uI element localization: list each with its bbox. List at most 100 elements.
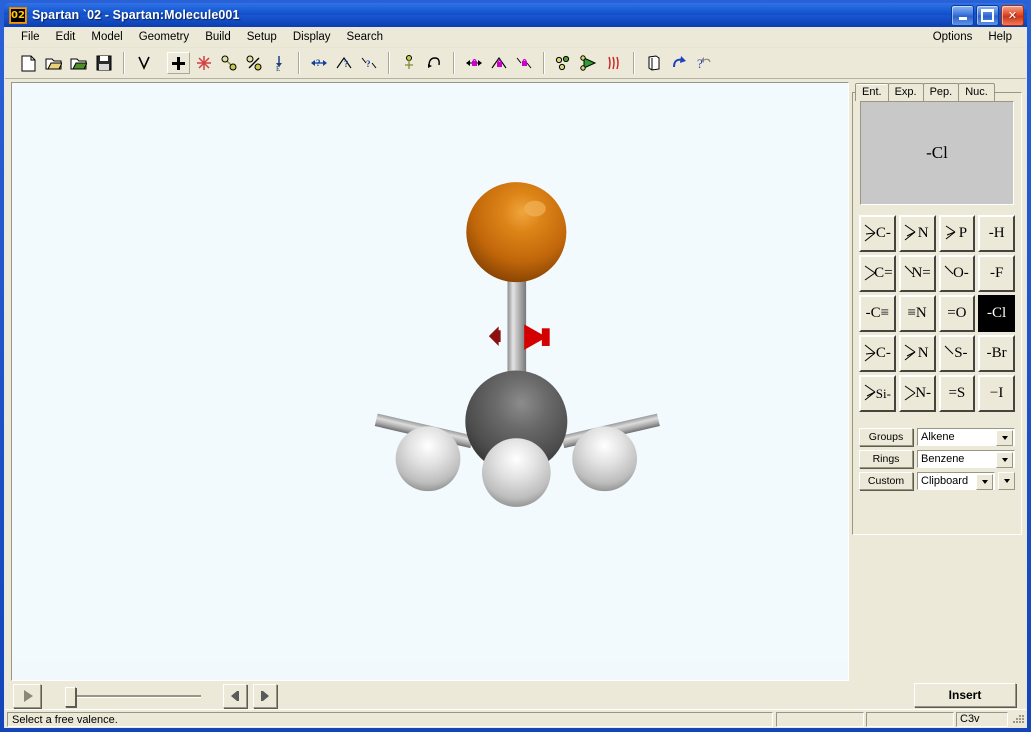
window-body: File Edit Model Geometry Build Setup Dis… — [4, 27, 1027, 728]
resize-grip[interactable] — [1009, 711, 1025, 727]
menu-item-help[interactable]: Help — [980, 29, 1020, 45]
measure-angle-icon[interactable]: ? — [332, 52, 355, 74]
fragment-sulfur[interactable]: S- — [938, 335, 976, 372]
tab-exp[interactable]: Exp. — [887, 83, 924, 101]
fragment-iodine[interactable]: −I — [978, 375, 1015, 412]
fragment-aromatic-nitrogen[interactable]: N — [898, 335, 936, 372]
fragment-sp3-phosphorus[interactable]: P — [938, 215, 976, 252]
insert-button[interactable]: Insert — [914, 683, 1016, 707]
menu-item-file[interactable]: File — [13, 29, 48, 45]
fragment-sp3-oxygen[interactable]: O- — [938, 255, 976, 292]
vibration-icon[interactable] — [602, 52, 625, 74]
rings-combo[interactable]: Benzene — [917, 450, 1015, 468]
svg-text:E: E — [276, 65, 280, 71]
fragment-fluorine[interactable]: -F — [978, 255, 1015, 292]
fragment-label: -C≡ — [865, 305, 890, 321]
toolbar-separator — [298, 52, 299, 74]
chevron-down-icon[interactable] — [996, 430, 1013, 446]
constrain-distance-icon[interactable] — [462, 52, 485, 74]
library-selectors: Groups Alkene Rings Benzene Custom Clipb… — [859, 428, 1015, 490]
menu-item-geometry[interactable]: Geometry — [131, 29, 198, 45]
fragment-sp-carbon[interactable]: -C≡ — [859, 295, 896, 332]
close-button[interactable]: ✕ — [1001, 5, 1024, 26]
fragment-sp2-nitrogen[interactable]: N= — [898, 255, 936, 292]
menu-item-model[interactable]: Model — [83, 29, 130, 45]
tab-ent[interactable]: Ent. — [855, 83, 889, 101]
rings-button[interactable]: Rings — [859, 450, 913, 468]
svg-text:?: ? — [316, 58, 321, 68]
menu-item-options[interactable]: Options — [925, 29, 981, 45]
fragment-bromine[interactable]: -Br — [978, 335, 1015, 372]
custom-combo[interactable]: Clipboard — [917, 472, 995, 490]
constrain-angle-icon[interactable] — [487, 52, 510, 74]
minimize-energy-icon[interactable]: E — [267, 52, 290, 74]
toolbar-separator — [633, 52, 634, 74]
fragment-planar-nitrogen[interactable]: N- — [898, 375, 936, 412]
model-viewport[interactable] — [11, 82, 849, 681]
open-file-icon[interactable] — [42, 52, 65, 74]
fragment-sp3-carbon[interactable]: C- — [859, 215, 896, 252]
tab-nuc[interactable]: Nuc. — [958, 83, 995, 101]
chevron-down-icon[interactable] — [996, 452, 1013, 468]
make-bond-icon[interactable] — [217, 52, 240, 74]
rings-row: Rings Benzene — [859, 450, 1015, 468]
menu-item-setup[interactable]: Setup — [239, 29, 285, 45]
builder-panel: Ent. Exp. Pep. Nuc. -Cl C- N P -H C= N= … — [852, 82, 1022, 681]
play-button[interactable] — [13, 683, 41, 708]
menu-item-edit[interactable]: Edit — [48, 29, 84, 45]
fragment-label: =S — [948, 385, 966, 401]
fragment-label: P — [958, 225, 968, 241]
minimize-button[interactable] — [951, 5, 974, 26]
break-bond-icon[interactable] — [242, 52, 265, 74]
fragment-aromatic-carbon[interactable]: C- — [859, 335, 896, 372]
new-file-icon[interactable] — [17, 52, 40, 74]
fragment-label: S- — [954, 345, 968, 361]
molecule-3d-view[interactable] — [12, 83, 848, 662]
delete-atom-icon[interactable] — [192, 52, 215, 74]
fragment-sp-nitrogen[interactable]: ≡N — [898, 295, 936, 332]
step-back-button[interactable] — [223, 683, 247, 708]
define-plane-icon[interactable] — [577, 52, 600, 74]
toolbar: E ? ? ? ? — [5, 48, 1026, 79]
fragment-hydrogen[interactable]: -H — [978, 215, 1015, 252]
step-forward-button[interactable] — [253, 683, 277, 708]
maximize-button[interactable] — [976, 5, 999, 26]
open-folder-icon[interactable] — [67, 52, 90, 74]
fragment-sp3-nitrogen[interactable]: N — [898, 215, 936, 252]
measure-distance-icon[interactable]: ? — [307, 52, 330, 74]
frame-slider-handle[interactable] — [65, 686, 76, 707]
frame-slider[interactable] — [61, 686, 201, 707]
measure-dihedral-icon[interactable]: ? — [357, 52, 380, 74]
spartan-app-icon: 02 — [9, 6, 27, 24]
rotate-icon[interactable] — [667, 52, 690, 74]
notebook-icon[interactable] — [642, 52, 665, 74]
save-file-icon[interactable] — [92, 52, 115, 74]
menu-item-display[interactable]: Display — [285, 29, 339, 45]
query-rotate-icon[interactable]: ? — [692, 52, 715, 74]
chevron-down-icon[interactable] — [976, 474, 993, 490]
groups-combo[interactable]: Alkene — [917, 428, 1015, 446]
custom-button[interactable]: Custom — [859, 472, 913, 490]
freeze-center-icon[interactable] — [397, 52, 420, 74]
rings-value: Benzene — [921, 453, 965, 465]
fragment-label: -F — [989, 265, 1004, 281]
set-handle-icon[interactable] — [422, 52, 445, 74]
add-fragment-icon[interactable] — [167, 52, 190, 74]
fragment-label: N= — [911, 265, 931, 281]
svg-text:?: ? — [344, 59, 349, 69]
fragment-sp2-carbon[interactable]: C= — [859, 255, 896, 292]
animation-bar: Insert — [5, 681, 1026, 710]
fragment-silicon[interactable]: Si- — [859, 375, 896, 412]
tab-pep[interactable]: Pep. — [922, 83, 960, 101]
fragment-label: N — [917, 345, 929, 361]
custom-extra-chevron-down-icon[interactable] — [998, 472, 1015, 490]
groups-button[interactable]: Groups — [859, 428, 913, 446]
fragment-chlorine[interactable]: -Cl — [978, 295, 1015, 332]
constrain-dihedral-icon[interactable] — [512, 52, 535, 74]
menu-item-build[interactable]: Build — [197, 29, 239, 45]
fragment-thiocarbonyl-sulfur[interactable]: =S — [938, 375, 976, 412]
fragment-carbonyl-oxygen[interactable]: =O — [938, 295, 976, 332]
menu-item-search[interactable]: Search — [339, 29, 391, 45]
define-point-icon[interactable] — [552, 52, 575, 74]
view-icon[interactable] — [132, 52, 155, 74]
